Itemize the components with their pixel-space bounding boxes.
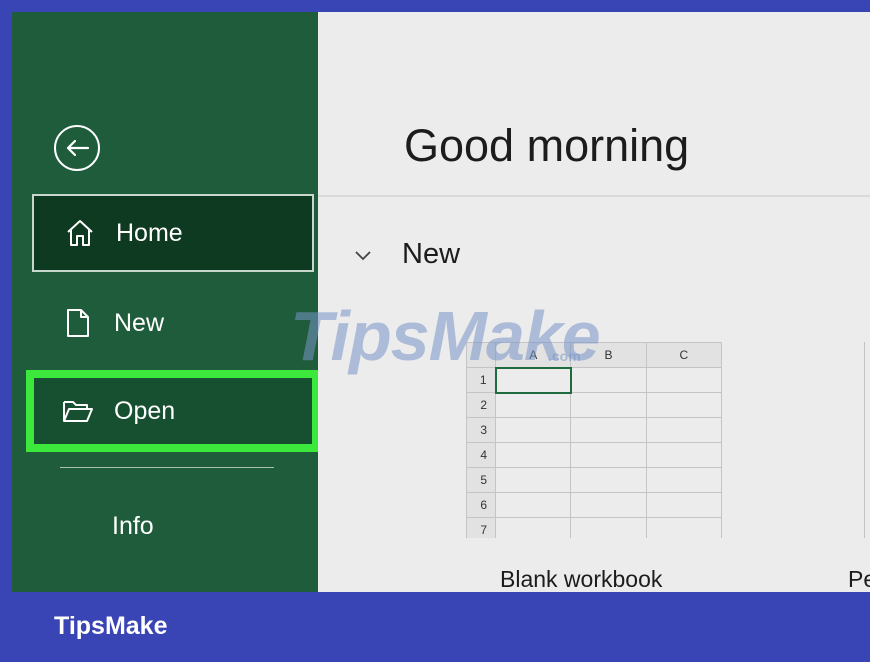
sidebar-item-label: Open [114, 396, 176, 425]
header-divider [318, 195, 870, 197]
grid-cell [645, 517, 722, 538]
grid-cell [495, 392, 572, 418]
new-section-toggle[interactable]: New [354, 238, 460, 271]
grid-cell [570, 492, 647, 518]
row-header: 2 [466, 392, 497, 418]
frame-left-border [0, 0, 12, 662]
frame-top-border [0, 0, 870, 12]
grid-cell [570, 467, 647, 493]
sidebar-item-home[interactable]: Home [32, 194, 314, 272]
grid-cell [645, 367, 722, 393]
back-button[interactable] [54, 125, 100, 171]
sidebar-divider [60, 467, 274, 468]
row-header: 4 [466, 442, 497, 468]
row-header: 7 [466, 517, 497, 538]
page-title: Good morning [404, 120, 690, 171]
row-header: 6 [466, 492, 497, 518]
grid-cell [570, 417, 647, 443]
folder-open-icon [62, 395, 94, 427]
grid-cell [645, 417, 722, 443]
grid-cell [570, 392, 647, 418]
grid-cell [570, 442, 647, 468]
template-label-next[interactable]: Pe [848, 566, 870, 592]
grid-cell [645, 467, 722, 493]
sidebar-item-info[interactable]: Info [112, 512, 154, 541]
sidebar-item-label: Home [116, 218, 183, 247]
row-header: 5 [466, 467, 497, 493]
back-arrow-icon [66, 139, 90, 157]
home-icon [64, 217, 96, 249]
watermark-suffix: .com [548, 348, 581, 364]
grid-cell [645, 392, 722, 418]
row-header: 3 [466, 417, 497, 443]
grid-cell [495, 492, 572, 518]
grid-cell [645, 492, 722, 518]
grid-cell [495, 417, 572, 443]
grid-cell [495, 442, 572, 468]
document-icon [62, 307, 94, 339]
brand-logo-text: TipsMake [54, 612, 168, 640]
next-template-thumbnail[interactable] [864, 342, 870, 538]
section-title: New [402, 238, 461, 270]
template-label-blank-workbook[interactable]: Blank workbook [500, 566, 662, 592]
chevron-down-icon [355, 250, 371, 260]
sidebar-item-label: New [114, 308, 165, 337]
sidebar-item-open[interactable]: Open [26, 370, 320, 452]
grid-cell [495, 467, 572, 493]
backstage-sidebar: Home New Open Info [12, 12, 320, 592]
grid-cell [570, 517, 647, 538]
grid-cell [645, 442, 722, 468]
grid-cell [495, 517, 572, 538]
column-header: C [645, 342, 722, 368]
sidebar-item-new[interactable]: New [32, 284, 314, 362]
watermark: TipsMake [290, 297, 601, 375]
